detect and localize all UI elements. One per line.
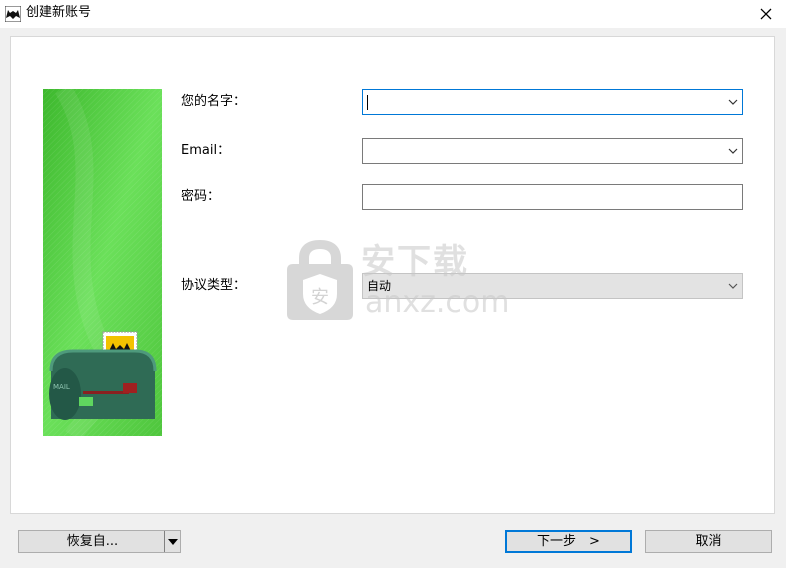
restore-split-button[interactable]: 恢复自... xyxy=(18,530,181,553)
triangle-down-icon xyxy=(167,538,178,545)
name-combobox[interactable] xyxy=(362,89,743,115)
shield-icon: 安 xyxy=(287,240,353,320)
banner-graphic: MAIL xyxy=(43,89,162,436)
email-label: Email： xyxy=(181,143,231,158)
watermark-text-en: anxz.com xyxy=(365,285,510,320)
cancel-button[interactable]: 取消 xyxy=(645,530,772,553)
email-combobox[interactable] xyxy=(362,138,743,164)
restore-dropdown-toggle[interactable] xyxy=(164,531,180,552)
watermark: 安 安下载 anxz.com xyxy=(285,238,515,328)
close-button[interactable] xyxy=(746,0,786,28)
chevron-down-icon[interactable] xyxy=(728,97,738,107)
password-label: 密码： xyxy=(181,189,221,204)
protocol-label: 协议类型： xyxy=(181,278,247,293)
chevron-down-icon[interactable] xyxy=(728,281,738,291)
bat-envelope-icon xyxy=(5,6,21,22)
title-bar: 创建新账号 xyxy=(0,0,786,28)
svg-text:安: 安 xyxy=(311,287,329,308)
restore-button-label: 恢复自... xyxy=(66,534,119,549)
text-caret xyxy=(367,95,368,110)
window-title: 创建新账号 xyxy=(26,5,92,20)
next-button[interactable]: 下一步 > xyxy=(505,530,632,553)
mailbox-illustration: MAIL xyxy=(43,89,162,436)
close-icon xyxy=(760,8,772,20)
svg-text:MAIL: MAIL xyxy=(53,383,70,391)
chevron-down-icon[interactable] xyxy=(728,146,738,156)
name-label: 您的名字： xyxy=(181,94,247,109)
watermark-text-cn: 安下载 xyxy=(361,242,469,282)
password-input[interactable] xyxy=(362,184,743,210)
mailbox-icon: MAIL xyxy=(49,349,157,420)
